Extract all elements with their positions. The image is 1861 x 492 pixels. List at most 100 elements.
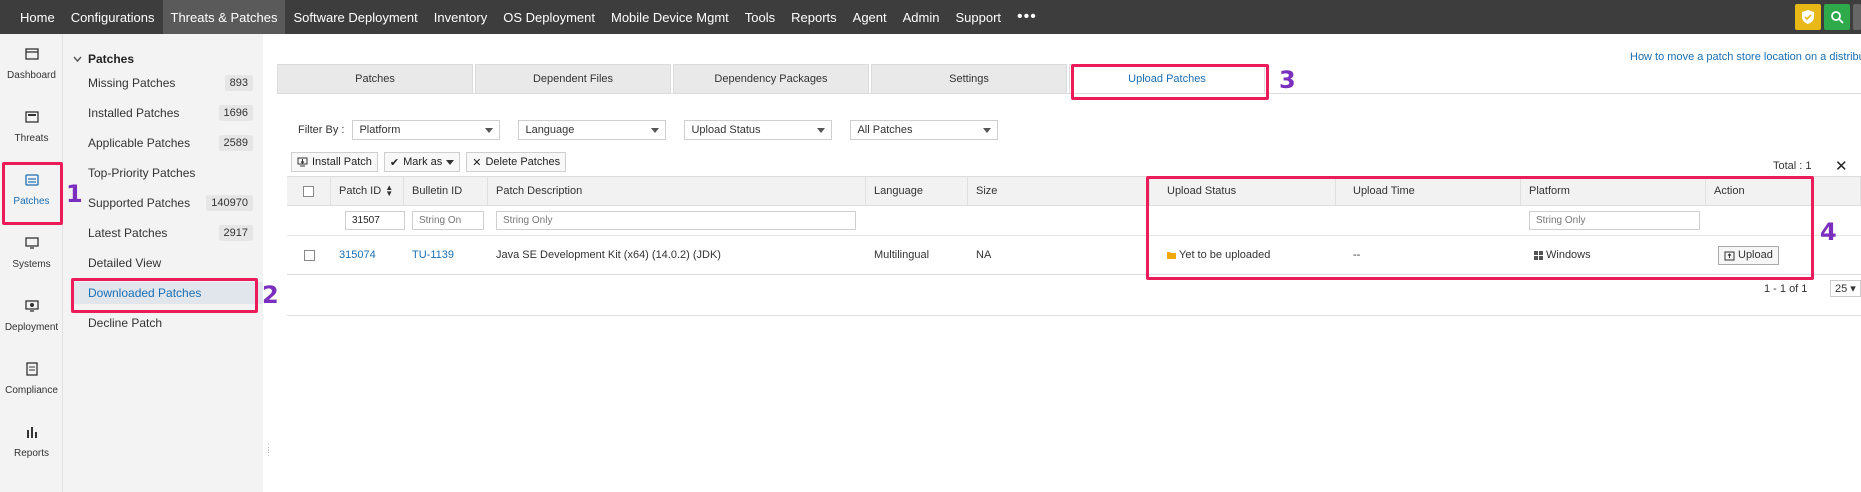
rail-dashboard[interactable]: Dashboard (0, 34, 63, 92)
rail-patches[interactable]: Patches (0, 160, 63, 218)
language-select[interactable]: Language (518, 120, 667, 140)
all-patches-select[interactable]: All Patches (850, 120, 999, 140)
select-all-checkbox[interactable] (303, 185, 314, 197)
rail-systems[interactable]: Systems (0, 223, 63, 281)
action-cell: Upload (1710, 236, 1779, 274)
search-icon[interactable] (1824, 4, 1850, 30)
filter-label: Filter By : (298, 124, 345, 136)
description-filter-cell: String Only (488, 206, 856, 235)
rail-compliance[interactable]: Compliance (0, 349, 63, 407)
page-size-select[interactable]: 25 ▾ (1830, 280, 1861, 297)
bulletin-id-link[interactable]: TU-1139 (404, 236, 454, 274)
caret-down-icon (446, 159, 455, 165)
rail-deployment[interactable]: Deployment (0, 286, 63, 344)
subnav-item-supported-patches[interactable]: Supported Patches 140970 (88, 192, 253, 214)
tab-patches[interactable]: Patches (277, 64, 473, 94)
platform-filter-input[interactable]: String Only (1529, 211, 1700, 230)
shield-icon[interactable] (1795, 4, 1821, 30)
tab-dependent-files[interactable]: Dependent Files (475, 64, 671, 94)
col-patch-description[interactable]: Patch Description (488, 177, 866, 205)
col-patch-id[interactable]: Patch ID ▲ ▼ (331, 177, 404, 205)
panel-resize-handle[interactable]: ⋮ ⋮ (264, 443, 273, 463)
upload-status-select[interactable]: Upload Status (684, 120, 833, 140)
subnav-heading[interactable]: Patches (73, 52, 134, 66)
subnav-item-detailed-view[interactable]: Detailed View (88, 252, 253, 274)
nav-home[interactable]: Home (0, 0, 63, 34)
systems-icon (24, 236, 39, 249)
description-filter-input[interactable]: String Only (496, 211, 856, 230)
col-language[interactable]: Language (866, 177, 968, 205)
col-bulletin-id[interactable]: Bulletin ID (404, 177, 488, 205)
col-platform[interactable]: Platform (1521, 177, 1706, 205)
upload-button[interactable]: Upload (1718, 245, 1779, 265)
table-bottom-divider (287, 315, 1861, 316)
subnav-item-top-priority-patches[interactable]: Top-Priority Patches (88, 162, 253, 184)
filter-row: 31507 String On String Only String Only (287, 206, 1861, 236)
subnav-item-label: Missing Patches (88, 76, 176, 90)
user-menu-icon[interactable] (1853, 4, 1861, 30)
install-patch-button[interactable]: Install Patch (291, 152, 378, 172)
rail-label: Systems (12, 258, 51, 270)
patch-language: Multilingual (874, 249, 930, 261)
nav-threats-patches[interactable]: Threats & Patches (162, 0, 286, 34)
top-nav-menu: Home Configurations Threats & Patches So… (0, 0, 1045, 34)
nav-software-deployment[interactable]: Software Deployment (285, 0, 425, 34)
col-size[interactable]: Size (968, 177, 1150, 205)
rail-reports[interactable]: Reports (0, 412, 63, 470)
compliance-icon (25, 361, 38, 376)
patch-id-link[interactable]: 315074 (331, 236, 376, 274)
nav-admin[interactable]: Admin (895, 0, 948, 34)
patch-id-filter-cell: 31507 (337, 206, 405, 235)
caret-down-icon (651, 127, 660, 133)
patches-subnav: Patches Missing Patches 893 Installed Pat… (63, 34, 263, 492)
col-upload-status[interactable]: Upload Status (1150, 177, 1336, 205)
subnav-item-missing-patches[interactable]: Missing Patches 893 (88, 72, 253, 94)
tab-dependency-packages[interactable]: Dependency Packages (673, 64, 869, 94)
more-menu-icon[interactable]: ••• (1009, 0, 1045, 34)
row-checkbox[interactable] (303, 249, 315, 261)
install-icon (297, 157, 308, 166)
subnav-item-latest-patches[interactable]: Latest Patches 2917 (88, 222, 253, 244)
subnav-item-decline-patch[interactable]: Decline Patch (88, 312, 253, 334)
annotation-number: 3 (1279, 66, 1296, 94)
nav-configurations[interactable]: Configurations (63, 0, 163, 34)
patch-description: Java SE Development Kit (x64) (14.0.2) (… (496, 249, 721, 261)
nav-agent[interactable]: Agent (845, 0, 895, 34)
nav-tools[interactable]: Tools (737, 0, 783, 34)
nav-reports[interactable]: Reports (783, 0, 845, 34)
upload-status-cell: Yet to be uploaded (1150, 236, 1270, 274)
close-icon[interactable]: ✕ (1835, 157, 1848, 175)
nav-os-deployment[interactable]: OS Deployment (495, 0, 603, 34)
patch-id-filter-input[interactable]: 31507 (345, 211, 405, 230)
nav-support[interactable]: Support (948, 0, 1010, 34)
bulletin-id-filter-input[interactable]: String On (412, 211, 484, 230)
row-checkbox-cell (287, 236, 331, 274)
subnav-item-applicable-patches[interactable]: Applicable Patches 2589 (88, 132, 253, 154)
pagination-range: 1 - 1 of 1 (1764, 283, 1808, 295)
help-link[interactable]: How to move a patch store location on a … (1630, 51, 1861, 63)
caret-down-icon (983, 127, 992, 133)
rail-label: Threats (14, 132, 49, 144)
subnav-item-label: Applicable Patches (88, 136, 191, 150)
nav-mobile-device-mgmt[interactable]: Mobile Device Mgmt (603, 0, 737, 34)
bulletin-id-filter-cell: String On (404, 206, 484, 235)
mark-as-button[interactable]: ✔ Mark as (383, 152, 461, 172)
platform-select[interactable]: Platform (352, 120, 501, 140)
annotation-number: 1 (66, 180, 83, 208)
rail-label: Reports (13, 447, 49, 459)
tab-settings[interactable]: Settings (871, 64, 1067, 94)
col-upload-time[interactable]: Upload Time (1336, 177, 1521, 205)
nav-inventory[interactable]: Inventory (426, 0, 495, 34)
deployment-icon (24, 299, 39, 312)
table-row[interactable]: 315074 TU-1139 Java SE Development Kit (… (287, 236, 1861, 275)
rail-label: Compliance (5, 384, 58, 396)
tab-upload-patches[interactable]: Upload Patches (1069, 64, 1265, 94)
rail-threats[interactable]: Threats (0, 97, 63, 155)
subnav-item-label: Downloaded Patches (88, 286, 202, 300)
dashboard-icon (24, 47, 39, 60)
button-label: Install Patch (312, 156, 372, 168)
top-right-icons (1795, 4, 1861, 30)
subnav-item-downloaded-patches[interactable]: Downloaded Patches (73, 282, 263, 304)
subnav-item-installed-patches[interactable]: Installed Patches 1696 (88, 102, 253, 124)
delete-patches-button[interactable]: ✕ Delete Patches (466, 152, 567, 172)
